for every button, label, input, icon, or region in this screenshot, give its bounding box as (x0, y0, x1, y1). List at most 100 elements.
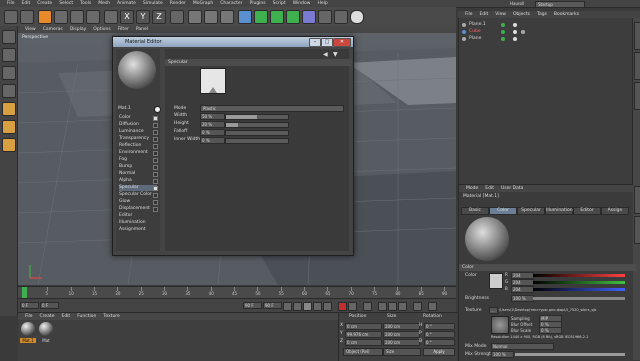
mm-menu-edit[interactable]: Edit (61, 314, 70, 319)
channel-checkbox[interactable] (153, 158, 158, 163)
rotation-p-field[interactable]: 0 ° (424, 331, 455, 338)
texture-browse-button[interactable]: ... (489, 307, 498, 314)
mm-menu-function[interactable]: Function (77, 314, 96, 319)
layout-select[interactable]: Startup (535, 1, 585, 8)
position-x-field[interactable]: 0 cm (345, 323, 382, 330)
rotation-b-field[interactable]: 0 ° (424, 339, 455, 346)
autokey-icon[interactable] (348, 302, 357, 311)
am-tab-assign[interactable]: Assign (601, 207, 629, 215)
array-icon[interactable] (286, 10, 300, 24)
make-editable-icon[interactable] (2, 30, 16, 44)
history-arrow-icon[interactable]: ▼ (333, 51, 338, 58)
rotation-h-field[interactable]: 0 ° (424, 323, 455, 330)
viewport-menu-options[interactable]: Options (93, 27, 110, 32)
channel-bump[interactable]: Bump (119, 164, 158, 170)
mix-strength-field[interactable]: 100 % (491, 351, 514, 358)
preview-end-field[interactable]: 90 F (263, 302, 282, 309)
om-menu-file[interactable]: File (465, 12, 473, 17)
render-view-icon[interactable] (188, 10, 202, 24)
rotate-icon[interactable] (86, 10, 100, 24)
om-menu-edit[interactable]: Edit (480, 12, 489, 17)
start-frame-field[interactable]: 0 F (40, 302, 59, 309)
coordinate-mode-select[interactable]: Object (Rel) (343, 348, 383, 356)
am-tab-specular[interactable]: Specular (517, 207, 545, 215)
blur-scale-field[interactable]: 0 % (539, 327, 562, 334)
viewport-menu-view[interactable]: View (25, 27, 36, 32)
material-name[interactable]: Mat.1 (20, 338, 36, 343)
channel-editor[interactable]: Editor (119, 213, 157, 219)
size-y-field[interactable]: 200 cm (383, 331, 420, 338)
channel-checkbox[interactable] (153, 130, 158, 135)
channel-checkbox[interactable] (153, 137, 158, 142)
r-slider[interactable] (533, 274, 625, 277)
close-button[interactable]: ✕ (333, 38, 351, 47)
material-name-field[interactable]: Mat.1 (118, 106, 152, 112)
menu-edit[interactable]: Edit (22, 1, 31, 6)
param-slider-height[interactable] (225, 122, 289, 128)
menu-help[interactable]: Help (317, 1, 327, 6)
light-icon[interactable] (350, 10, 364, 24)
mm-menu-texture[interactable]: Texture (103, 314, 119, 319)
attributes-dock-tab[interactable] (634, 186, 640, 214)
model-mode-icon[interactable] (2, 48, 16, 62)
channel-environment[interactable]: Environment (119, 150, 158, 156)
z-axis-icon[interactable]: Z (152, 10, 166, 24)
visible-check-icon[interactable] (501, 30, 505, 34)
texture-mode-icon[interactable] (2, 66, 16, 80)
objects-dock-tab[interactable] (634, 22, 640, 50)
layers-dock-tab[interactable] (634, 216, 640, 244)
camera-icon[interactable] (334, 10, 348, 24)
channel-checkbox[interactable] (153, 123, 158, 128)
visible-check-icon[interactable] (501, 37, 505, 41)
menu-plugins[interactable]: Plugins (250, 1, 266, 6)
param-slider-width[interactable] (225, 114, 289, 120)
param-field-width[interactable]: 50 % (200, 113, 225, 120)
menu-render[interactable]: Render (170, 1, 186, 6)
menu-file[interactable]: File (7, 1, 15, 6)
prev-key-icon[interactable] (293, 302, 302, 311)
material-tag-icon[interactable] (513, 30, 517, 34)
menu-script[interactable]: Script (273, 1, 286, 6)
am-tab-illumination[interactable]: Illumination (545, 207, 573, 215)
param-slider-falloff[interactable] (225, 130, 289, 136)
channel-checkbox[interactable] (153, 186, 158, 191)
edges-mode-icon[interactable] (2, 120, 16, 134)
viewport-menu-display[interactable]: Display (70, 27, 87, 32)
menu-animate[interactable]: Animate (117, 1, 136, 6)
live-selection-icon[interactable] (38, 10, 52, 24)
channel-checkbox[interactable] (153, 207, 158, 212)
channel-checkbox[interactable] (153, 200, 158, 205)
channel-checkbox[interactable] (153, 172, 158, 177)
polygons-mode-icon[interactable] (2, 138, 16, 152)
texture-tag-icon[interactable] (521, 30, 525, 34)
material-thumbnail[interactable] (39, 322, 53, 336)
am-tab-basic[interactable]: Basic (461, 207, 489, 215)
texture-thumbnail[interactable] (491, 316, 509, 334)
go-to-end-icon[interactable] (323, 302, 332, 311)
b-field[interactable]: 204 (511, 286, 534, 293)
b-slider[interactable] (533, 288, 625, 291)
material-tag-icon[interactable] (513, 23, 517, 27)
size-z-field[interactable]: 200 cm (383, 339, 420, 346)
channel-checkbox[interactable] (153, 151, 158, 156)
r-field[interactable]: 204 (511, 272, 534, 279)
mix-mode-select[interactable]: Normal (491, 343, 554, 350)
object-row-cube[interactable]: Cube (461, 29, 631, 35)
object-row-plane-1[interactable]: Plane.1 (461, 22, 631, 28)
points-mode-icon[interactable] (2, 102, 16, 116)
visible-check-icon[interactable] (501, 23, 505, 27)
menu-select[interactable]: Select (59, 1, 73, 6)
am-menu-edit[interactable]: Edit (485, 186, 494, 191)
keyframe-selection-icon[interactable] (363, 302, 372, 311)
maximize-button[interactable]: □ (321, 38, 333, 47)
floor-icon[interactable] (318, 10, 332, 24)
point-key-icon[interactable] (413, 302, 422, 311)
size-x-field[interactable]: 200 cm (383, 323, 420, 330)
playhead-marker[interactable] (22, 287, 27, 298)
material-preview[interactable] (465, 217, 509, 261)
channel-checkbox[interactable] (153, 179, 158, 184)
menu-window[interactable]: Window (293, 1, 311, 6)
position-key-icon[interactable] (378, 302, 387, 311)
channel-illumination[interactable]: Illumination (119, 220, 157, 226)
object-row-plane[interactable]: Plane (461, 36, 631, 42)
